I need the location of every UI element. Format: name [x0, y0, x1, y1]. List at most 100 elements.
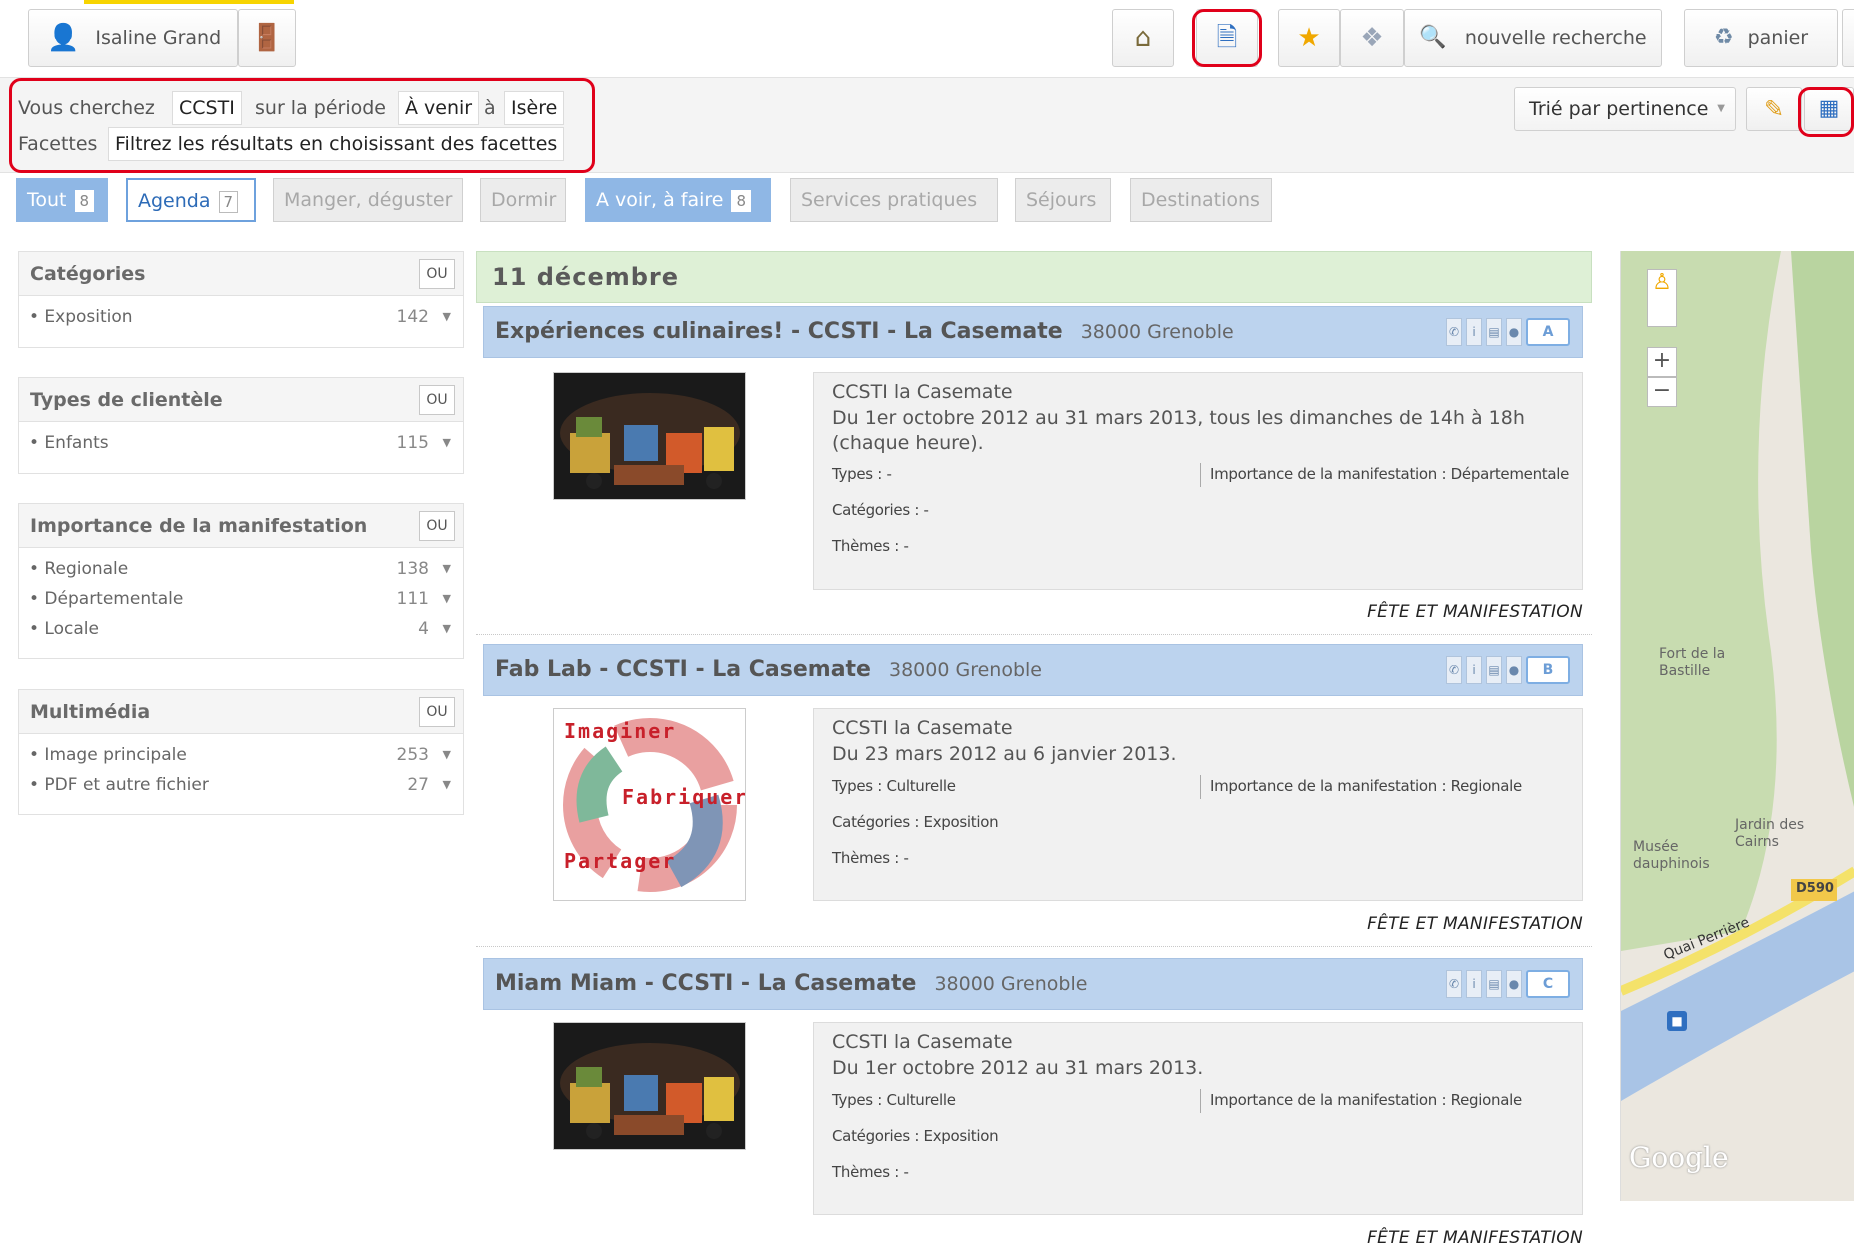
result-thumbnail[interactable]	[553, 1022, 746, 1150]
tab-dormir[interactable]: Dormir	[480, 178, 566, 222]
facet-option[interactable]: • Locale 4 ▼	[19, 614, 463, 644]
sort-select[interactable]: Trié par pertinence ▼	[1514, 87, 1736, 131]
result-kind: FÊTE ET MANIFESTATION	[1367, 602, 1583, 622]
phone-icon[interactable]: ✆	[1446, 970, 1462, 998]
facet-option-label: • PDF et autre fichier	[29, 775, 209, 795]
facet-option[interactable]: • PDF et autre fichier 27 ▼	[19, 770, 463, 800]
tab-services[interactable]: Services pratiques	[790, 178, 998, 222]
info-icon[interactable]: i	[1466, 656, 1482, 684]
result-kind: FÊTE ET MANIFESTATION	[1367, 914, 1583, 934]
facet-operator-button[interactable]: OU	[419, 259, 455, 289]
facet-header: Types de clientèle OU	[19, 378, 463, 422]
pegman-icon: ♙	[1652, 270, 1672, 295]
dropdown-icon[interactable]: ▼	[443, 740, 451, 770]
result-importance: Importance de la manifestation : Regiona…	[1210, 777, 1522, 795]
tab-manger[interactable]: Manger, déguster	[273, 178, 463, 222]
dropdown-icon[interactable]: ▼	[443, 584, 451, 614]
robots-photo	[554, 1023, 745, 1149]
facet-option-count: 111	[396, 589, 429, 609]
basket-label: panier	[1747, 27, 1809, 49]
extra-button[interactable]	[1842, 9, 1854, 67]
result-dates: Du 23 mars 2012 au 6 janvier 2013.	[832, 743, 1177, 765]
user-name: Isaline Grand	[95, 27, 222, 49]
basket-button[interactable]: ♻ panier	[1684, 9, 1838, 67]
result-thumbnail[interactable]: Imaginer Fabriquer Partager	[553, 708, 746, 901]
info-icon[interactable]: i	[1466, 318, 1482, 346]
logout-button[interactable]: 🚪	[238, 9, 296, 67]
map-pin-icon[interactable]: ●	[1506, 970, 1522, 998]
facet-option[interactable]: • Regionale 138 ▼	[19, 554, 463, 584]
user-account-button[interactable]: 👤 Isaline Grand	[28, 9, 238, 67]
doc-icon[interactable]: ▤	[1486, 656, 1502, 684]
result-thumbnail[interactable]	[553, 372, 746, 500]
tab-label: Services pratiques	[801, 189, 978, 211]
facet-clientele: Types de clientèle OU • Enfants 115 ▼	[18, 377, 464, 474]
divider	[1200, 1089, 1201, 1113]
result-title[interactable]: Expériences culinaires! - CCSTI - La Cas…	[495, 319, 1063, 344]
result-title[interactable]: Fab Lab - CCSTI - La Casemate	[495, 657, 871, 682]
highlight-export	[1192, 9, 1262, 67]
tab-agenda[interactable]: Agenda 7	[126, 178, 256, 222]
tab-sejours[interactable]: Séjours	[1015, 178, 1111, 222]
result-header[interactable]: Miam Miam - CCSTI - La Casemate 38000 Gre…	[483, 958, 1583, 1010]
new-search-button[interactable]: 🔍 nouvelle recherche	[1404, 9, 1662, 67]
phone-icon[interactable]: ✆	[1446, 318, 1462, 346]
facet-operator-button[interactable]: OU	[419, 511, 455, 541]
map-marker-letter[interactable]: B	[1526, 656, 1570, 684]
home-button[interactable]: ⌂	[1112, 9, 1174, 67]
map-pin-icon[interactable]: ●	[1506, 318, 1522, 346]
edit-search-button[interactable]: ✎	[1746, 87, 1802, 131]
doc-icon[interactable]: ▤	[1486, 318, 1502, 346]
logout-door-icon: 🚪	[250, 23, 284, 53]
facet-operator-button[interactable]: OU	[419, 385, 455, 415]
info-icon[interactable]: i	[1466, 970, 1482, 998]
fablab-word-3: Partager	[564, 849, 677, 873]
sort-label: Trié par pertinence	[1529, 98, 1709, 120]
map-marker-letter[interactable]: C	[1526, 970, 1570, 998]
zoom-out-button[interactable]: −	[1647, 377, 1677, 407]
facet-header: Importance de la manifestation OU	[19, 504, 463, 548]
results-map[interactable]: ♙ + − Fort de la Bastille Jardin des Cai…	[1620, 251, 1854, 1201]
tab-destinations[interactable]: Destinations	[1130, 178, 1272, 222]
tab-label: Destinations	[1141, 189, 1260, 211]
facet-operator-button[interactable]: OU	[419, 697, 455, 727]
map-pin-icon[interactable]: ●	[1506, 656, 1522, 684]
facet-title: Importance de la manifestation	[30, 515, 368, 537]
facet-option[interactable]: • Enfants 115 ▼	[19, 428, 463, 458]
dropdown-icon[interactable]: ▼	[443, 554, 451, 584]
robots-photo	[554, 373, 745, 499]
chevron-down-icon: ▼	[1717, 103, 1725, 114]
facet-option-label: • Locale	[29, 619, 99, 639]
tags-button[interactable]: ❖	[1340, 9, 1404, 67]
facet-option-label: • Départementale	[29, 589, 184, 609]
tab-tout[interactable]: Tout 8	[16, 178, 108, 222]
zoom-in-button[interactable]: +	[1647, 347, 1677, 377]
tab-a-voir[interactable]: A voir, à faire 8	[585, 178, 771, 222]
result-organizer: CCSTI la Casemate	[832, 381, 1013, 403]
street-view-pegman[interactable]: ♙	[1647, 269, 1677, 327]
dropdown-icon[interactable]: ▼	[443, 428, 451, 458]
doc-icon[interactable]: ▤	[1486, 970, 1502, 998]
facet-title: Types de clientèle	[30, 389, 223, 411]
result-header[interactable]: Fab Lab - CCSTI - La Casemate 38000 Greno…	[483, 644, 1583, 696]
top-toolbar: 👤 Isaline Grand 🚪 ⌂ 🗎 ★ ❖ 🔍 nouvelle rec…	[0, 0, 1854, 78]
facet-option[interactable]: • Exposition 142 ▼	[19, 302, 463, 332]
highlight-save	[1798, 87, 1854, 137]
facet-option[interactable]: • Image principale 253 ▼	[19, 740, 463, 770]
dropdown-icon[interactable]: ▼	[443, 614, 451, 644]
favorites-button[interactable]: ★	[1278, 9, 1340, 67]
map-marker-letter[interactable]: A	[1526, 318, 1570, 346]
tab-count: 7	[218, 190, 239, 213]
tab-label: A voir, à faire	[596, 189, 724, 211]
result-details: CCSTI la Casemate Du 1er octobre 2012 au…	[813, 372, 1583, 590]
facet-option-count: 4	[418, 619, 429, 639]
dropdown-icon[interactable]: ▼	[443, 770, 451, 800]
tab-label: Agenda	[138, 190, 211, 212]
result-header[interactable]: Expériences culinaires! - CCSTI - La Cas…	[483, 306, 1583, 358]
result-title[interactable]: Miam Miam - CCSTI - La Casemate	[495, 971, 916, 996]
facet-option[interactable]: • Départementale 111 ▼	[19, 584, 463, 614]
result-importance: Importance de la manifestation : Départe…	[1210, 465, 1570, 483]
phone-icon[interactable]: ✆	[1446, 656, 1462, 684]
dropdown-icon[interactable]: ▼	[443, 302, 451, 332]
map-label-jardin: Jardin des Cairns	[1735, 817, 1805, 850]
